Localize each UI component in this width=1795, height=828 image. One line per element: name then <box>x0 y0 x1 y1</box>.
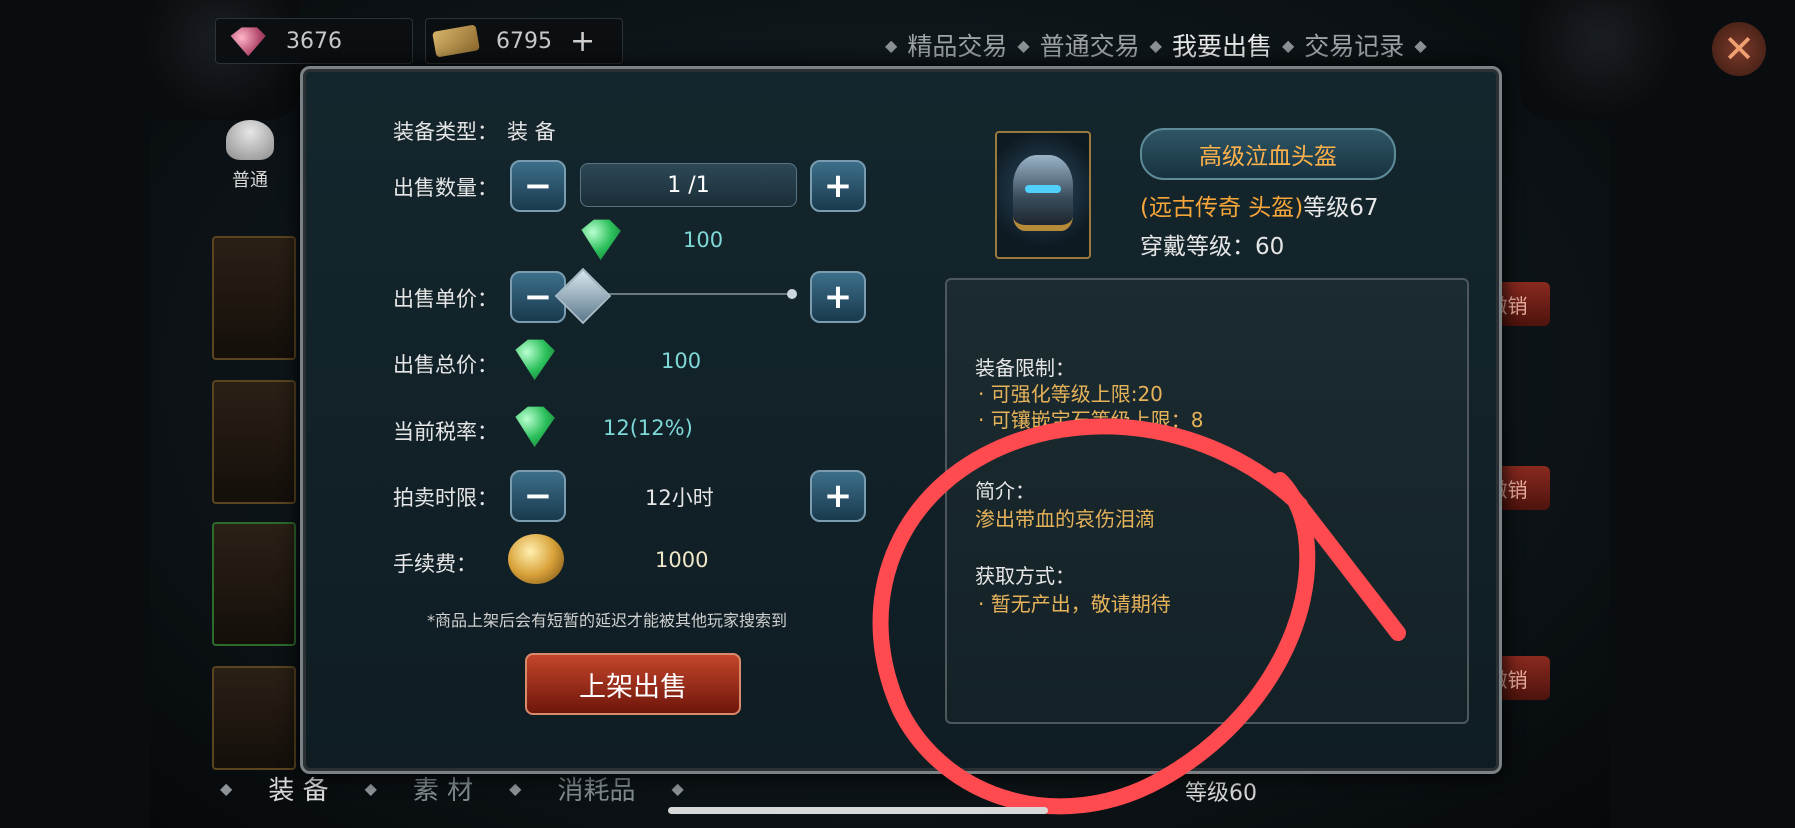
home-indicator[interactable] <box>668 807 1048 814</box>
red-annotation-circle <box>872 418 1406 815</box>
